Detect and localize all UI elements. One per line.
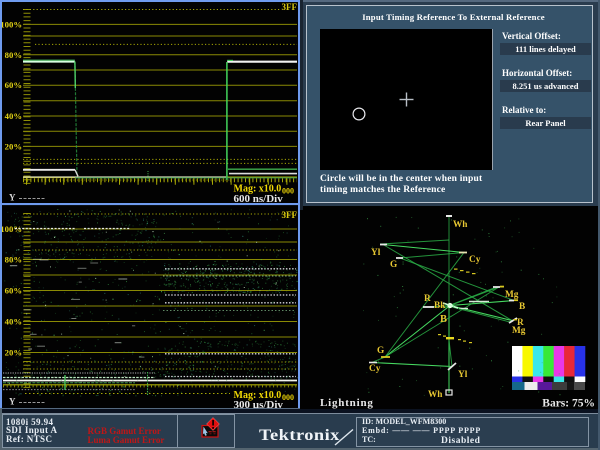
- svg-text:Wh: Wh: [428, 390, 443, 400]
- svg-text:20%: 20%: [5, 141, 22, 151]
- svg-text:R: R: [424, 294, 431, 304]
- svg-text:Mg: Mg: [512, 326, 526, 336]
- svg-text:80%: 80%: [5, 50, 22, 60]
- svg-text:Cy: Cy: [469, 255, 481, 265]
- svg-text:3FF: 3FF: [282, 210, 298, 220]
- svg-text:Wh: Wh: [453, 220, 468, 230]
- svg-text:Bars: 75%: Bars: 75%: [542, 398, 595, 410]
- svg-text:000: 000: [282, 393, 294, 402]
- svg-text:Cy: Cy: [369, 364, 381, 374]
- svg-text:G: G: [377, 346, 384, 356]
- svg-text:3FF: 3FF: [282, 2, 298, 12]
- svg-text:B: B: [519, 302, 525, 312]
- svg-text:40%: 40%: [5, 111, 22, 121]
- svg-text:Yl: Yl: [458, 370, 468, 380]
- svg-text:Y: Y: [9, 397, 16, 407]
- svg-text:100%: 100%: [2, 19, 22, 29]
- svg-text:B: B: [440, 314, 447, 325]
- svg-text:60%: 60%: [5, 80, 22, 90]
- svg-text:G: G: [390, 260, 397, 270]
- svg-text:Bk: Bk: [434, 301, 446, 311]
- svg-text:Lightning: Lightning: [320, 397, 374, 409]
- svg-text:Mg: Mg: [505, 290, 519, 300]
- svg-text:000: 000: [282, 186, 294, 195]
- svg-text:Y: Y: [9, 193, 16, 203]
- svg-text:Yl: Yl: [371, 248, 381, 258]
